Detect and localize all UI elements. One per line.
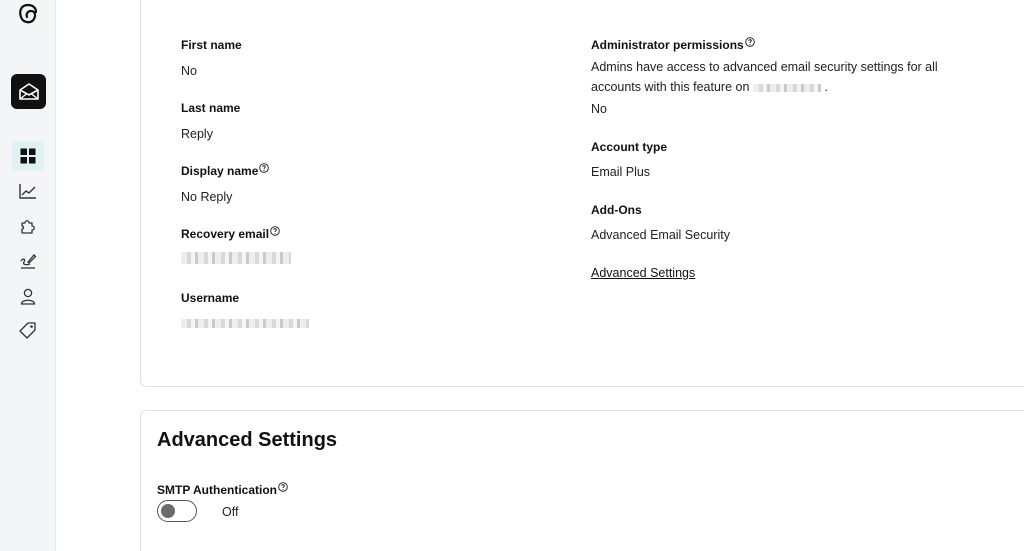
- sidebar-item-dashboard[interactable]: [12, 141, 44, 171]
- first-name-label: First name: [181, 38, 242, 52]
- advanced-settings-card: Advanced Settings SMTP Authentication Of…: [140, 410, 1024, 551]
- sidebar: [0, 0, 56, 551]
- email-app-icon[interactable]: [11, 74, 46, 109]
- tag-icon: [19, 322, 36, 339]
- admin-permissions-description: Admins have access to advanced email sec…: [591, 60, 938, 94]
- help-circle-icon[interactable]: [744, 37, 755, 47]
- last-name-label: Last name: [181, 101, 241, 115]
- last-name-value: Reply: [181, 127, 213, 141]
- sidebar-item-add-ons[interactable]: [12, 211, 44, 241]
- smtp-authentication-label: SMTP Authentication: [157, 482, 288, 497]
- display-name-value: No Reply: [181, 190, 233, 204]
- help-circle-icon[interactable]: [278, 482, 288, 492]
- puzzle-piece-icon: [21, 220, 35, 234]
- toggle-knob: [161, 503, 175, 518]
- account-type-value: Email Plus: [591, 165, 651, 179]
- addons-value: Advanced Email Security: [591, 228, 730, 242]
- username-label: Username: [181, 291, 240, 305]
- account-type-label: Account type: [591, 140, 668, 154]
- display-name-label: Display name: [181, 163, 270, 178]
- username-redacted: [181, 319, 309, 328]
- sidebar-item-analytics[interactable]: [12, 176, 44, 206]
- recovery-email-redacted: [181, 252, 291, 264]
- smtp-authentication-state: Off: [222, 505, 239, 519]
- domain-redacted: [752, 83, 821, 92]
- user-icon: [20, 288, 36, 305]
- godaddy-logo-icon[interactable]: [17, 2, 39, 26]
- admin-permissions-label: Administrator permissions: [591, 37, 755, 52]
- account-details-card: First name No Last name Reply Display na…: [140, 0, 1024, 387]
- admin-permissions-value: No: [591, 102, 607, 116]
- advanced-settings-link[interactable]: Advanced Settings: [591, 266, 695, 280]
- smtp-authentication-toggle[interactable]: [157, 500, 197, 522]
- help-circle-icon[interactable]: [259, 163, 270, 173]
- sidebar-item-account[interactable]: [12, 281, 44, 311]
- main-content: First name No Last name Reply Display na…: [56, 0, 1024, 551]
- advanced-settings-title: Advanced Settings: [157, 429, 338, 451]
- recovery-email-label: Recovery email: [181, 226, 280, 241]
- chart-line-icon: [19, 184, 36, 199]
- sidebar-item-signature[interactable]: [12, 246, 44, 276]
- first-name-value: No: [181, 64, 197, 78]
- dashboard-grid-icon: [20, 148, 36, 164]
- signature-pen-icon: [20, 254, 37, 269]
- help-circle-icon[interactable]: [270, 226, 280, 236]
- sidebar-item-tags[interactable]: [12, 315, 44, 345]
- addons-label: Add-Ons: [591, 203, 642, 217]
